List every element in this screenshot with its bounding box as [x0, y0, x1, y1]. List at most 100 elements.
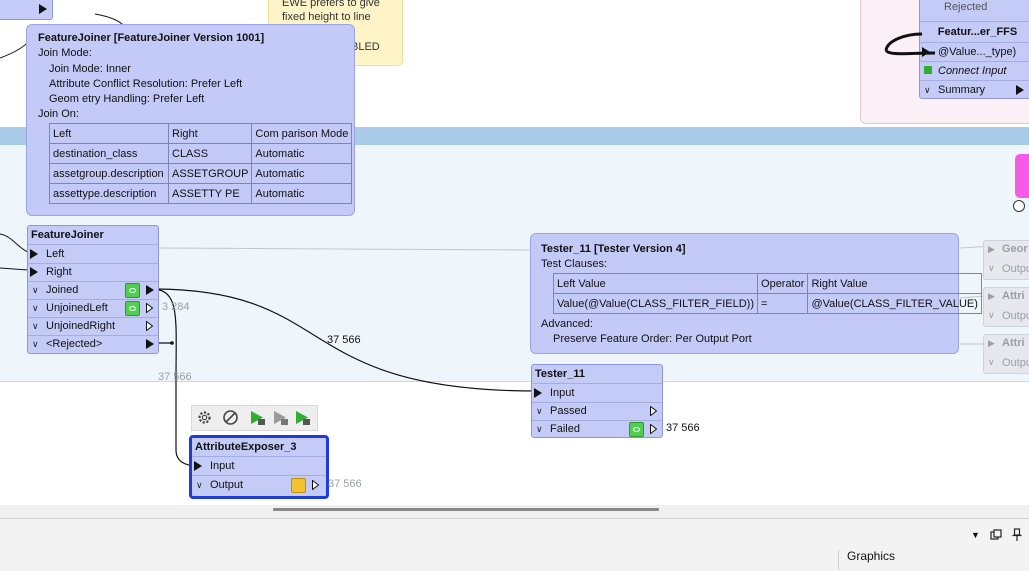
- horizontal-scrollbar[interactable]: [0, 505, 1029, 518]
- input-port-input[interactable]: Input: [532, 384, 662, 403]
- input-port-input[interactable]: Input: [192, 457, 326, 476]
- tester-tip-clauses-label: Test Clauses:: [541, 258, 608, 270]
- join-on-col-right: Right: [167, 123, 253, 144]
- table-cell: assetgroup.description: [49, 163, 169, 184]
- feature-joiner-node[interactable]: FeatureJoiner Left Right ∨ Joined ∨ Unjo…: [27, 225, 159, 354]
- attribute-exposer-title: AttributeExposer_3: [192, 438, 326, 457]
- workspace-canvas[interactable]: EWE prefers to give fixed height to line…: [0, 0, 1029, 505]
- table-cell: destination_class: [49, 143, 169, 164]
- test-col-left-value: Left Value: [552, 273, 759, 294]
- output-port-passed[interactable]: ∨ Passed: [532, 402, 662, 421]
- output-port-failed[interactable]: ∨ Failed: [532, 420, 662, 438]
- input-port-left[interactable]: Left: [28, 245, 158, 264]
- input-port-right[interactable]: Right: [28, 263, 158, 282]
- output-port-unjoined-right[interactable]: ∨ UnjoinedRight: [28, 317, 158, 336]
- table-cell: CLASS: [167, 143, 253, 164]
- output-port-arrow-icon[interactable]: [312, 480, 319, 490]
- attribute-exposer-node[interactable]: AttributeExposer_3 Input ∨ Output: [189, 435, 329, 499]
- test-clauses-header-row: Left Value Operator Right Value: [552, 273, 982, 294]
- table-row: assettype.description ASSETTY PE Automat…: [49, 183, 353, 204]
- ffs-thick-link: [884, 32, 936, 56]
- join-on-table: Left Right Com parison Mode destination_…: [49, 123, 353, 204]
- chevron-down-icon[interactable]: ∨: [536, 420, 543, 438]
- panel-divider[interactable]: [838, 550, 839, 570]
- output-port-arrow-icon[interactable]: [146, 321, 153, 331]
- input-port-label: Left: [46, 248, 65, 260]
- feature-cache-icon[interactable]: [291, 478, 306, 493]
- gear-icon[interactable]: [196, 409, 213, 426]
- ghost-node-attribute-1[interactable]: ▶ Attri ∨ Outpu: [983, 287, 1029, 327]
- run-to-this-icon[interactable]: [249, 409, 266, 426]
- ghost-node-geometry[interactable]: ▶ Geor ∨ Outpu: [983, 240, 1029, 280]
- feature-joiner-title: FeatureJoiner: [28, 226, 158, 245]
- table-cell: ASSETGROUP: [167, 163, 253, 184]
- joiner-tip-join-on-label: Join On:: [38, 108, 79, 120]
- output-port-arrow-icon[interactable]: [650, 424, 657, 434]
- eye-icon[interactable]: [125, 283, 140, 298]
- output-port-arrow-icon[interactable]: [650, 406, 657, 416]
- run-from-this-icon[interactable]: [272, 409, 289, 426]
- chevron-down-icon[interactable]: ∨: [32, 281, 39, 299]
- connection-line-right: [0, 267, 29, 271]
- input-port-label: Right: [46, 266, 72, 278]
- eye-icon[interactable]: [629, 422, 644, 437]
- input-port-arrow-icon: [534, 388, 542, 398]
- pin-icon[interactable]: [1012, 528, 1022, 542]
- join-on-header-row: Left Right Com parison Mode: [49, 123, 353, 144]
- table-row: Value(@Value(CLASS_FILTER_FIELD)) = @Val…: [552, 293, 982, 314]
- joiner-tip-join-mode: Join Mode: Inner: [49, 63, 131, 75]
- chevron-down-icon[interactable]: ∨: [32, 335, 39, 353]
- join-on-col-left: Left: [49, 123, 169, 144]
- ghost-node-title: Attri: [1002, 337, 1025, 349]
- tester-tooltip: Tester_11 [Tester Version 4] Test Clause…: [530, 233, 982, 354]
- tester-node[interactable]: Tester_11 Input ∨ Passed ∨ Failed: [531, 364, 663, 438]
- unjoined-left-count: 3 284: [162, 301, 190, 313]
- graphics-panel-label[interactable]: Graphics: [847, 549, 895, 563]
- tester-tip-advanced-label: Advanced:: [541, 318, 593, 330]
- ghost-node-port: Outpu: [1002, 357, 1029, 369]
- table-cell: assettype.description: [49, 183, 169, 204]
- chevron-down-icon[interactable]: ∨: [536, 402, 543, 420]
- connection-line-left: [0, 233, 29, 253]
- output-port-joined[interactable]: ∨ Joined: [28, 281, 158, 300]
- table-cell: ASSETTY PE: [167, 183, 253, 204]
- output-port-arrow-icon[interactable]: [146, 285, 154, 295]
- bottom-dock-panel: ▼ Graphics: [0, 518, 1029, 571]
- joiner-tip-geometry: Geom etry Handling: Prefer Left: [49, 93, 205, 105]
- output-port-arrow-icon[interactable]: [146, 339, 154, 349]
- feature-joiner-tooltip: FeatureJoiner [FeatureJoiner Version 100…: [26, 24, 355, 216]
- scrollbar-thumb[interactable]: [273, 508, 659, 511]
- output-port-label: Joined: [46, 284, 79, 296]
- eye-icon[interactable]: [125, 301, 140, 316]
- input-port-arrow-icon: [30, 249, 38, 259]
- chevron-down-icon[interactable]: ∨: [988, 263, 995, 274]
- chevron-down-icon[interactable]: ∨: [988, 357, 995, 368]
- chevron-down-icon[interactable]: ∨: [988, 310, 995, 321]
- input-port-label: Input: [210, 460, 235, 472]
- run-between-icon[interactable]: [294, 409, 311, 426]
- disable-icon[interactable]: [222, 409, 239, 426]
- output-port-label: Failed: [550, 423, 580, 435]
- dropdown-arrow-icon[interactable]: ▼: [971, 530, 980, 540]
- joiner-tip-conflict: Attribute Conflict Resolution: Prefer Le…: [49, 78, 243, 90]
- output-port-arrow-icon[interactable]: [146, 303, 153, 313]
- joiner-tip-join-mode-label: Join Mode:: [38, 47, 92, 59]
- table-cell: Automatic: [251, 163, 353, 184]
- chevron-down-icon[interactable]: ∨: [32, 299, 39, 317]
- test-clauses-table: Left Value Operator Right Value Value(@V…: [552, 273, 982, 314]
- connection-line-faded: [157, 247, 531, 251]
- chevron-down-icon[interactable]: ∨: [196, 476, 203, 494]
- output-port-label: UnjoinedRight: [46, 320, 116, 332]
- output-port-output[interactable]: ∨ Output: [192, 476, 326, 494]
- chevron-down-icon[interactable]: ∨: [32, 317, 39, 335]
- joiner-tip-title: FeatureJoiner [FeatureJoiner Version 100…: [38, 32, 265, 44]
- join-on-col-mode: Com parison Mode: [251, 123, 353, 144]
- ghost-node-attribute-2[interactable]: ▶ Attri ∨ Outpu: [983, 334, 1029, 374]
- table-cell: Value(@Value(CLASS_FILTER_FIELD)): [552, 293, 759, 314]
- output-port-rejected[interactable]: ∨ <Rejected>: [28, 335, 158, 353]
- output-port-unjoined-left[interactable]: ∨ UnjoinedLeft: [28, 299, 158, 318]
- float-panel-icon[interactable]: [990, 529, 1002, 541]
- play-icon: ▶: [988, 338, 995, 348]
- table-row: destination_class CLASS Automatic: [49, 143, 353, 164]
- exposer-output-count: 37 566: [328, 478, 362, 490]
